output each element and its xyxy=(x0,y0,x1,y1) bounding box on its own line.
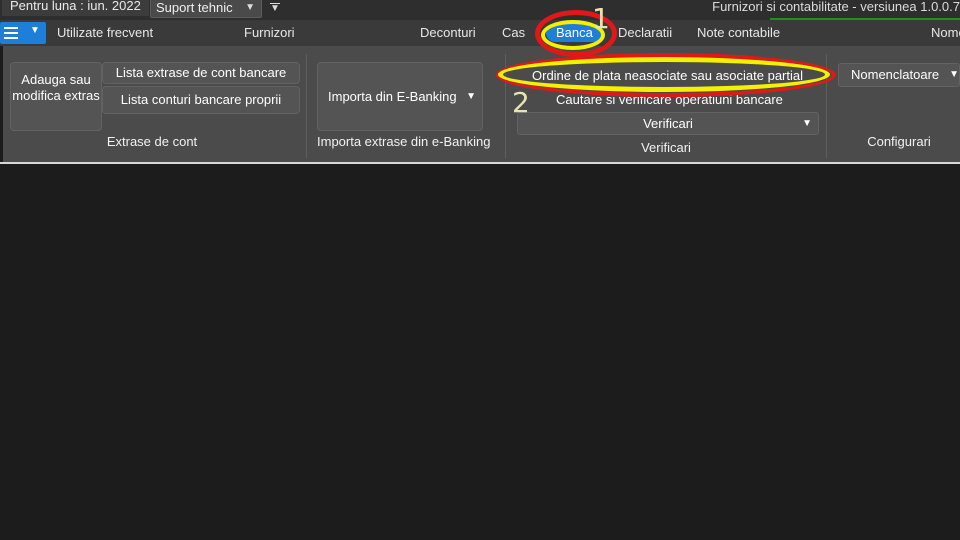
group-separator xyxy=(306,54,307,158)
group-label-verificari: Verificari xyxy=(641,140,691,155)
chevron-down-icon: ▼ xyxy=(466,91,476,102)
verificari-combo-label: Verificari xyxy=(643,116,693,131)
chevron-down-icon: ▼ xyxy=(949,69,959,80)
tab-declaratii[interactable]: Declaratii xyxy=(618,20,672,46)
tab-nomenclatoare[interactable]: Nome xyxy=(931,20,960,46)
list-extrase-button[interactable]: Lista extrase de cont bancare xyxy=(102,62,300,84)
list-conturi-button[interactable]: Lista conturi bancare proprii xyxy=(102,86,300,114)
import-ebanking-label: Importa din E-Banking xyxy=(328,89,457,104)
tab-utilizate-frecvent[interactable]: Utilizate frecvent xyxy=(57,20,153,46)
main-menu-button[interactable]: ▼ xyxy=(0,22,46,44)
nomenclatoare-combo-label: Nomenclatoare xyxy=(851,67,940,82)
support-select-label: Suport tehnic xyxy=(156,0,233,15)
add-extras-button[interactable]: Adauga sau modifica extras xyxy=(10,62,102,131)
tab-casa[interactable]: Cas xyxy=(502,20,525,46)
annotation-step-2: 2 xyxy=(512,86,530,119)
support-select[interactable]: Suport tehnic ▼ xyxy=(150,0,262,18)
tab-deconturi[interactable]: Deconturi xyxy=(420,20,476,46)
group-label-configurari: Configurari xyxy=(867,134,931,149)
verificari-combo[interactable]: Verificari ▼ xyxy=(517,112,819,135)
chevron-down-icon: ▼ xyxy=(245,2,255,13)
quick-access-dropdown-icon[interactable]: ▼ xyxy=(268,1,282,17)
month-label: Pentru luna : iun. 2022 xyxy=(2,0,149,16)
chevron-down-icon: ▼ xyxy=(30,25,40,36)
ribbon: Adauga sau modifica extras Lista extrase… xyxy=(3,46,960,162)
tab-note-contabile[interactable]: Note contabile xyxy=(697,20,780,46)
annotation-step-1: 1 xyxy=(592,2,610,35)
annotation-ring-ordine-inner xyxy=(498,57,830,92)
chevron-down-icon: ▼ xyxy=(802,118,812,129)
menu-bar: ▼ Utilizate frecvent Furnizori Deconturi… xyxy=(0,20,960,46)
nomenclatoare-combo[interactable]: Nomenclatoare ▼ xyxy=(838,63,960,87)
workspace-area xyxy=(0,164,960,540)
import-ebanking-button[interactable]: Importa din E-Banking ▼ xyxy=(317,62,483,131)
group-label-extrase: Extrase de cont xyxy=(106,134,198,149)
group-label-import: Importa extrase din e-Banking xyxy=(317,134,491,149)
app-title: Furnizori si contabilitate - versiunea 1… xyxy=(712,0,960,14)
tab-furnizori[interactable]: Furnizori xyxy=(244,20,295,46)
hamburger-icon xyxy=(4,27,18,39)
